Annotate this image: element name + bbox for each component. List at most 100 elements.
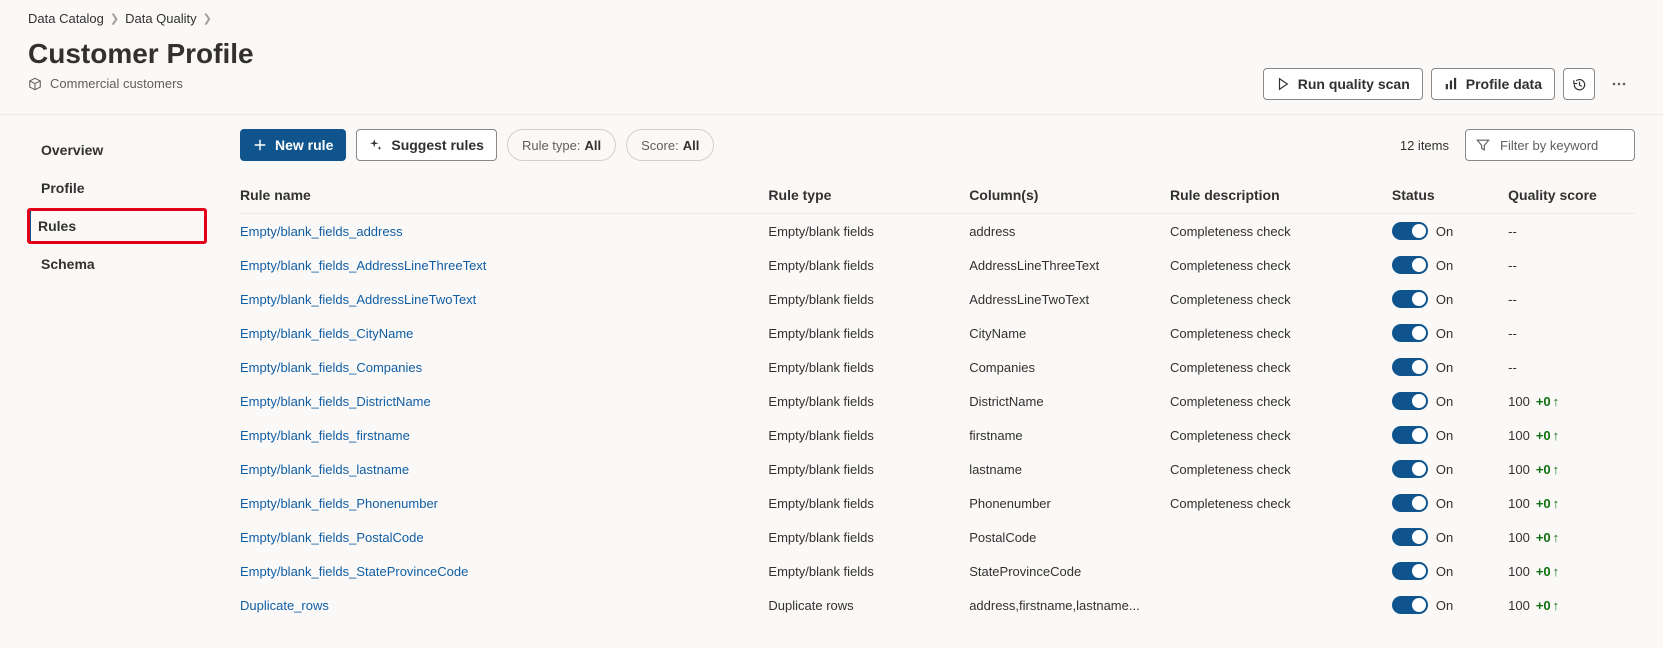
status-toggle[interactable]	[1392, 392, 1428, 410]
sidebar-item-overview[interactable]: Overview	[28, 133, 206, 167]
table-row: Empty/blank_fields_StateProvinceCodeEmpt…	[240, 554, 1635, 588]
table-row: Empty/blank_fields_CityNameEmpty/blank f…	[240, 316, 1635, 350]
status-toggle[interactable]	[1392, 222, 1428, 240]
rule-name-link[interactable]: Empty/blank_fields_AddressLineThreeText	[240, 248, 768, 282]
table-row: Empty/blank_fields_DistrictNameEmpty/bla…	[240, 384, 1635, 418]
status-toggle[interactable]	[1392, 358, 1428, 376]
table-row: Empty/blank_fields_PostalCodeEmpty/blank…	[240, 520, 1635, 554]
rule-description-cell	[1170, 588, 1392, 622]
rule-name-link[interactable]: Empty/blank_fields_DistrictName	[240, 384, 768, 418]
new-rule-button[interactable]: New rule	[240, 129, 346, 161]
page-title: Customer Profile	[28, 38, 254, 70]
rule-score-cell: 100+0↑	[1508, 520, 1635, 554]
rule-type-cell: Empty/blank fields	[768, 520, 969, 554]
status-toggle[interactable]	[1392, 562, 1428, 580]
filter-rule-type[interactable]: Rule type: All	[507, 129, 616, 161]
play-icon	[1276, 77, 1290, 91]
status-toggle[interactable]	[1392, 460, 1428, 478]
sidebar-item-profile[interactable]: Profile	[28, 171, 206, 205]
rule-score-cell: --	[1508, 282, 1635, 316]
rule-status-cell: On	[1392, 452, 1508, 486]
chevron-right-icon: ❯	[110, 12, 119, 25]
col-header-type[interactable]: Rule type	[768, 177, 969, 214]
rule-name-link[interactable]: Empty/blank_fields_address	[240, 214, 768, 249]
suggest-rules-button[interactable]: Suggest rules	[356, 129, 497, 161]
rule-status-cell: On	[1392, 350, 1508, 384]
rules-table: Rule name Rule type Column(s) Rule descr…	[240, 177, 1635, 622]
score-value: --	[1508, 224, 1517, 239]
status-label: On	[1436, 292, 1453, 307]
rule-type-cell: Empty/blank fields	[768, 452, 969, 486]
rule-description-cell: Completeness check	[1170, 282, 1392, 316]
table-row: Empty/blank_fields_CompaniesEmpty/blank …	[240, 350, 1635, 384]
sidebar-item-schema[interactable]: Schema	[28, 247, 206, 281]
score-value: --	[1508, 360, 1517, 375]
score-value: --	[1508, 292, 1517, 307]
filter-score[interactable]: Score: All	[626, 129, 714, 161]
score-delta: +0↑	[1536, 530, 1559, 545]
rule-type-cell: Empty/blank fields	[768, 316, 969, 350]
rule-status-cell: On	[1392, 384, 1508, 418]
status-toggle[interactable]	[1392, 256, 1428, 274]
breadcrumb-item[interactable]: Data Quality	[125, 11, 197, 26]
history-icon	[1572, 77, 1587, 92]
rule-name-link[interactable]: Empty/blank_fields_AddressLineTwoText	[240, 282, 768, 316]
status-toggle[interactable]	[1392, 528, 1428, 546]
rule-columns-cell: Companies	[969, 350, 1170, 384]
rule-columns-cell: firstname	[969, 418, 1170, 452]
rule-name-link[interactable]: Empty/blank_fields_Companies	[240, 350, 768, 384]
status-toggle[interactable]	[1392, 494, 1428, 512]
cube-icon	[28, 77, 42, 91]
rule-description-cell	[1170, 520, 1392, 554]
status-toggle[interactable]	[1392, 290, 1428, 308]
rule-description-cell: Completeness check	[1170, 418, 1392, 452]
col-header-status[interactable]: Status	[1392, 177, 1508, 214]
rule-columns-cell: CityName	[969, 316, 1170, 350]
filter-keyword-input[interactable]	[1498, 137, 1624, 154]
sidebar-item-label: Overview	[41, 142, 103, 158]
table-row: Empty/blank_fields_lastnameEmpty/blank f…	[240, 452, 1635, 486]
arrow-up-icon: ↑	[1553, 598, 1560, 613]
sidebar-item-label: Profile	[41, 180, 85, 196]
col-header-description[interactable]: Rule description	[1170, 177, 1392, 214]
filter-value: All	[585, 138, 602, 153]
profile-data-button[interactable]: Profile data	[1431, 68, 1555, 100]
score-value: --	[1508, 326, 1517, 341]
score-delta: +0↑	[1536, 598, 1559, 613]
col-header-score[interactable]: Quality score	[1508, 177, 1635, 214]
rule-description-cell: Completeness check	[1170, 452, 1392, 486]
rule-type-cell: Empty/blank fields	[768, 418, 969, 452]
rule-name-link[interactable]: Empty/blank_fields_PostalCode	[240, 520, 768, 554]
rule-name-link[interactable]: Duplicate_rows	[240, 588, 768, 622]
rule-type-cell: Duplicate rows	[768, 588, 969, 622]
sidebar-item-label: Schema	[41, 256, 95, 272]
rule-score-cell: 100+0↑	[1508, 418, 1635, 452]
sidebar-item-rules[interactable]: Rules	[28, 209, 206, 243]
breadcrumb-item[interactable]: Data Catalog	[28, 11, 104, 26]
status-toggle[interactable]	[1392, 596, 1428, 614]
rule-status-cell: On	[1392, 520, 1508, 554]
rule-name-link[interactable]: Empty/blank_fields_CityName	[240, 316, 768, 350]
history-button[interactable]	[1563, 68, 1595, 100]
status-label: On	[1436, 598, 1453, 613]
more-actions-button[interactable]	[1603, 68, 1635, 100]
rule-status-cell: On	[1392, 316, 1508, 350]
score-value: 100	[1508, 462, 1530, 477]
breadcrumb: Data Catalog ❯ Data Quality ❯	[0, 0, 1663, 26]
sidebar: Overview Profile Rules Schema	[0, 115, 220, 622]
table-row: Empty/blank_fields_AddressLineTwoTextEmp…	[240, 282, 1635, 316]
arrow-up-icon: ↑	[1553, 428, 1560, 443]
filter-keyword-box[interactable]	[1465, 129, 1635, 161]
rule-name-link[interactable]: Empty/blank_fields_StateProvinceCode	[240, 554, 768, 588]
rule-name-link[interactable]: Empty/blank_fields_Phonenumber	[240, 486, 768, 520]
rule-type-cell: Empty/blank fields	[768, 486, 969, 520]
run-quality-scan-button[interactable]: Run quality scan	[1263, 68, 1423, 100]
status-toggle[interactable]	[1392, 426, 1428, 444]
col-header-name[interactable]: Rule name	[240, 177, 768, 214]
rule-name-link[interactable]: Empty/blank_fields_lastname	[240, 452, 768, 486]
status-toggle[interactable]	[1392, 324, 1428, 342]
button-label: Suggest rules	[391, 137, 484, 153]
col-header-columns[interactable]: Column(s)	[969, 177, 1170, 214]
status-label: On	[1436, 258, 1453, 273]
rule-name-link[interactable]: Empty/blank_fields_firstname	[240, 418, 768, 452]
